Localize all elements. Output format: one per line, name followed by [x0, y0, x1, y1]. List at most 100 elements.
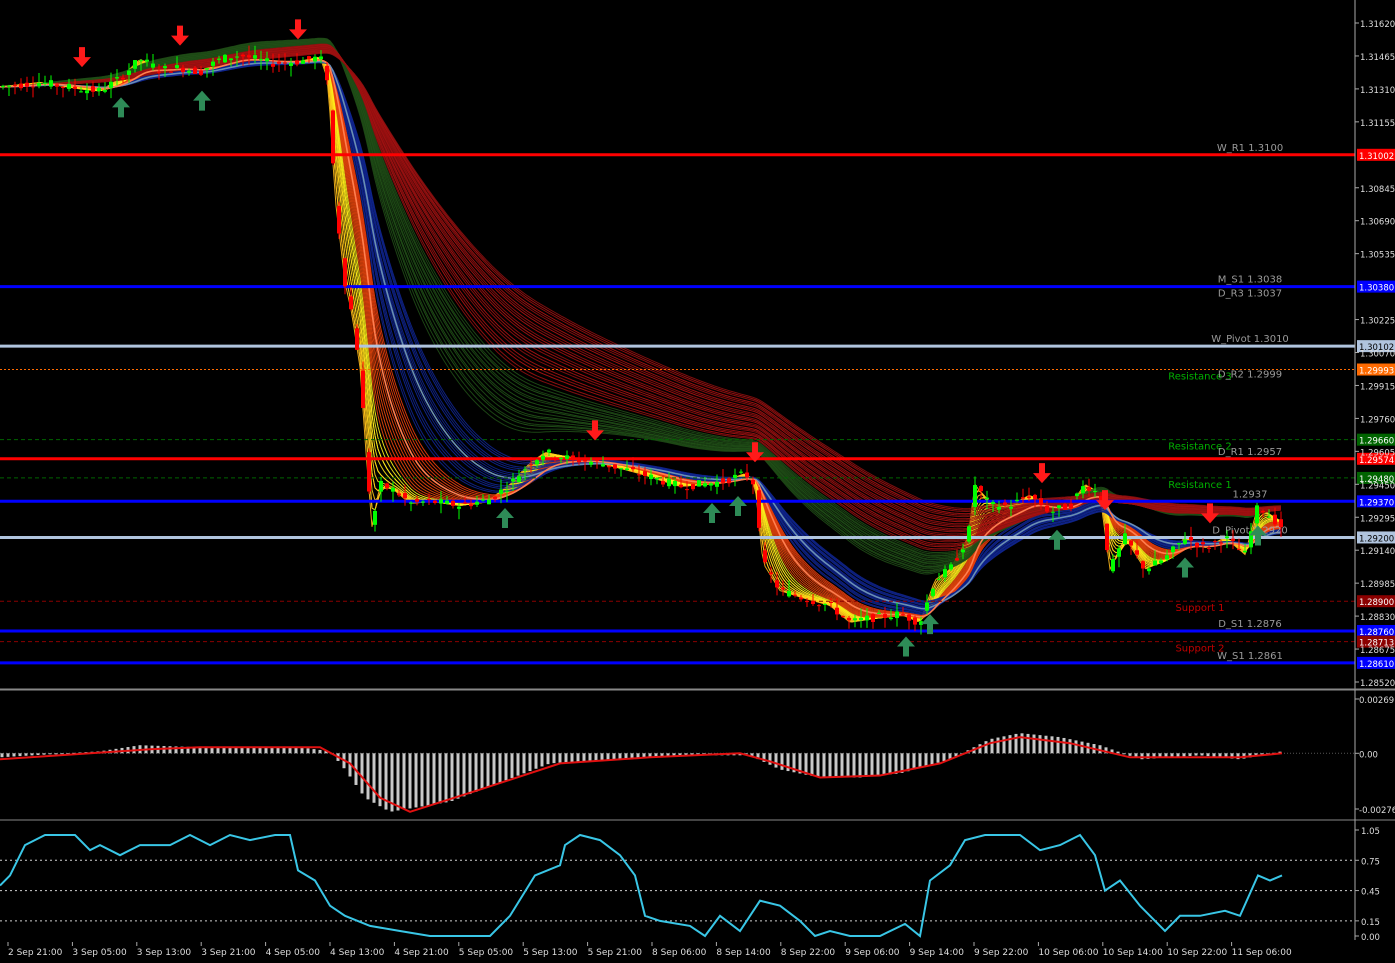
candle-body-27 [79, 91, 83, 93]
histogram-bar-170 [168, 746, 172, 754]
histogram-bar-302 [300, 747, 304, 754]
candle-body-133 [397, 493, 401, 496]
candle-body-199 [595, 459, 599, 461]
histogram-bar-410 [408, 753, 412, 809]
candle-body-357 [1069, 503, 1073, 509]
candle-body-71 [211, 61, 215, 66]
candle-body-57 [169, 71, 173, 73]
histogram-bar-518 [516, 753, 520, 776]
price-tick-label-15: 1.28985 [1360, 580, 1395, 590]
level-tag-1: 1.30380 [1359, 284, 1394, 294]
candle-body-369 [1105, 523, 1109, 551]
price-tick-label-16: 1.28830 [1360, 613, 1395, 623]
candle-body-89 [265, 58, 269, 62]
candle-body-157 [469, 504, 473, 507]
candle-body-353 [1057, 505, 1061, 509]
candle-body-77 [229, 58, 233, 61]
histogram-bar-506 [504, 753, 508, 781]
level-tag-9: 1.29370 [1359, 498, 1394, 508]
time-tick-label-17: 10 Sep 14:00 [1103, 948, 1163, 958]
candle-body-219 [655, 477, 659, 480]
histogram-bar-890 [888, 753, 892, 775]
histogram-bar-884 [882, 753, 886, 776]
candle-body-7 [19, 83, 23, 89]
time-tick-label-3: 3 Sep 21:00 [201, 948, 256, 958]
candle-body-213 [637, 474, 641, 476]
candle-body-43 [127, 70, 131, 75]
time-tick-label-11: 8 Sep 14:00 [716, 948, 771, 958]
price-tick-label-7: 1.30225 [1360, 317, 1395, 327]
histogram-bar-602 [600, 753, 604, 761]
candle-body-395 [1183, 539, 1187, 544]
histogram-bar-944 [942, 753, 946, 762]
price-tick-label-5: 1.30690 [1360, 218, 1395, 228]
histogram-bar-1130 [1128, 753, 1132, 756]
candle-body-317 [949, 564, 953, 570]
candle-body-373 [1117, 548, 1121, 557]
candle-body-63 [187, 70, 191, 73]
candle-body-377 [1129, 540, 1133, 546]
candle-body-137 [409, 502, 413, 504]
candle-body-325 [973, 485, 977, 507]
histogram-bar-584 [582, 753, 586, 762]
candle-body-203 [607, 465, 611, 468]
level-label-8: Resistance 1 [1168, 480, 1231, 491]
candle-body-131 [391, 487, 395, 492]
stoch-tick-label-3: 0.15 [1361, 918, 1380, 928]
candle-body-257 [769, 572, 773, 575]
candle-body-117 [349, 296, 353, 310]
candle-body-255 [763, 550, 767, 563]
candle-body-87 [259, 59, 263, 61]
histogram-bar-572 [570, 753, 574, 763]
level-label-12: D_S1 1.2876 [1218, 619, 1282, 630]
candle-body-263 [787, 591, 791, 597]
level-label-3: W_Pivot 1.3010 [1211, 334, 1289, 345]
candle-body-45 [133, 60, 137, 69]
candle-body-379 [1135, 550, 1139, 555]
candle-body-421 [1261, 510, 1265, 513]
candle-body-175 [523, 469, 527, 471]
candle-body-149 [445, 500, 449, 504]
candle-body-39 [115, 77, 119, 79]
histogram-bar-320 [318, 749, 322, 754]
histogram-bar-8 [6, 753, 10, 757]
candle-body-19 [55, 84, 59, 87]
candle-body-17 [49, 80, 53, 87]
level-tag-0: 1.31002 [1359, 152, 1394, 162]
histogram-bar-398 [396, 753, 400, 811]
candle-body-295 [883, 614, 887, 618]
histogram-bar-428 [426, 753, 430, 806]
candle-body-237 [709, 483, 713, 486]
histogram-bar-590 [588, 753, 592, 762]
candle-body-49 [145, 59, 149, 62]
histogram-bar-530 [528, 753, 532, 772]
time-tick-label-19: 11 Sep 06:00 [1232, 948, 1292, 958]
histogram-bar-1178 [1176, 753, 1180, 757]
candle-body-55 [163, 66, 167, 69]
histogram-bar-1028 [1026, 733, 1030, 754]
histogram-bar-782 [780, 753, 784, 770]
histogram-bar-848 [846, 753, 850, 778]
candle-body-285 [853, 618, 857, 621]
level-label-2: D_R3 1.3037 [1218, 289, 1282, 300]
histogram-bar-1058 [1056, 736, 1060, 754]
candle-body-409 [1225, 536, 1229, 539]
histogram-bar-914 [912, 753, 916, 770]
candle-body-283 [847, 617, 851, 621]
candle-body-147 [439, 499, 443, 504]
candle-body-403 [1207, 547, 1211, 549]
candle-body-25 [73, 86, 77, 89]
histogram-bar-1124 [1122, 753, 1126, 755]
histogram-bar-1142 [1140, 753, 1144, 760]
candle-body-397 [1189, 537, 1193, 541]
histogram-bar-836 [834, 753, 838, 778]
histogram-bar-1070 [1068, 739, 1072, 754]
candle-body-243 [727, 478, 731, 484]
candle-body-359 [1075, 493, 1079, 497]
candle-body-181 [541, 455, 545, 460]
candle-body-309 [925, 602, 929, 611]
candle-body-103 [307, 56, 311, 60]
candle-body-303 [907, 614, 911, 621]
histogram-bar-566 [564, 753, 568, 763]
histogram-bar-1196 [1194, 753, 1198, 756]
